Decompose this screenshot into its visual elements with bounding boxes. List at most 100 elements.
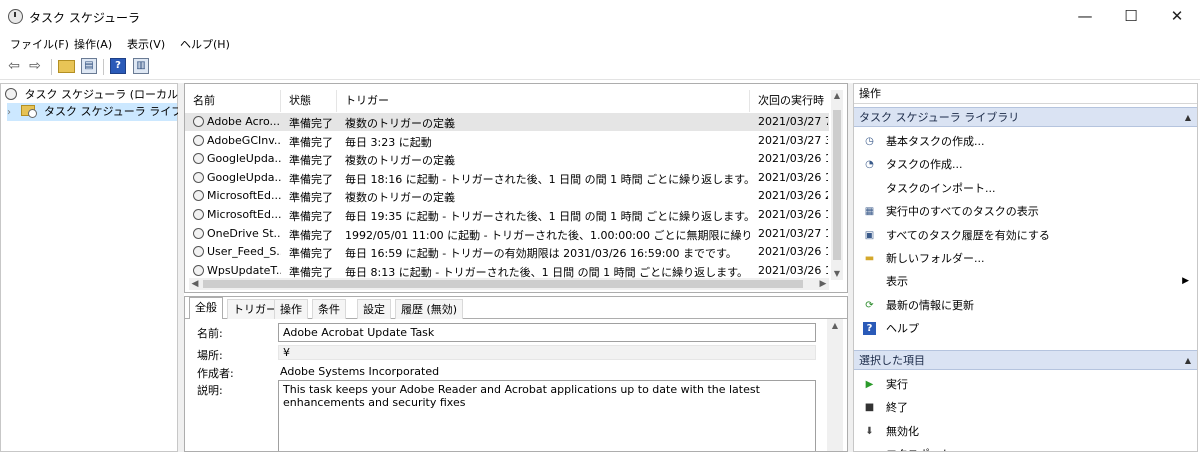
action-item[interactable]: ? ヘルプ (854, 317, 1197, 340)
minimize-button[interactable]: — (1062, 0, 1108, 32)
tree-item-local[interactable]: タスク スケジューラ (ローカル) (5, 86, 182, 104)
disable-icon: ⬇ (865, 425, 874, 437)
task-clock-icon (193, 209, 204, 220)
help-icon: ? (863, 322, 876, 336)
task-name-cell: GoogleUpda... (193, 171, 281, 184)
action-item[interactable]: ◷ 基本タスクの作成... (854, 130, 1197, 153)
task-details-pane: 全般 トリガー 操作 条件 設定 履歴 (無効) 名前: Adobe Acrob… (184, 296, 848, 452)
tab-general[interactable]: 全般 (189, 297, 223, 319)
task-row[interactable]: User_Feed_S... 準備完了 毎日 16:59 に起動 - トリガーの有効… (185, 243, 829, 261)
task-status-cell: 準備完了 (289, 210, 333, 223)
task-row[interactable]: Adobe Acro... 準備完了 複数のトリガーの定義 2021/03/27 7: (185, 113, 829, 131)
task-clock-icon (193, 190, 204, 202)
task-trigger-cell: 複数のトリガーの定義 (345, 117, 455, 130)
tab-conditions[interactable]: 条件 (312, 299, 346, 319)
close-button[interactable]: ✕ (1154, 0, 1200, 32)
task-status-cell: 準備完了 (289, 172, 333, 186)
clock-icon (5, 88, 17, 100)
tab-settings[interactable]: 設定 (357, 299, 391, 319)
refresh-icon: ⟳ (865, 299, 874, 311)
details-vertical-scrollbar[interactable]: ▲ (827, 319, 843, 451)
actions-group-selected[interactable]: 選択した項目 ▲ (854, 350, 1197, 371)
action-item[interactable]: ▦ 実行中のすべてのタスクの表示 (854, 200, 1197, 223)
column-header-next-run[interactable]: 次回の実行時 (750, 90, 830, 112)
toolbar: ⇦ ⇨ ▤ ? ▥ (0, 54, 1200, 80)
task-name-cell: WpsUpdateT... (193, 264, 281, 277)
description-label: 説明: (197, 384, 223, 397)
forward-arrow-icon[interactable]: ⇨ (27, 58, 43, 75)
maximize-button[interactable]: ☐ (1108, 0, 1154, 32)
scroll-up-icon[interactable]: ▲ (831, 90, 843, 102)
action-item[interactable]: ▬ 新しいフォルダー... (854, 247, 1197, 270)
description-field[interactable]: This task keeps your Adobe Reader and Ac… (278, 380, 816, 451)
show-hide-tree-icon[interactable]: ▤ (81, 58, 97, 74)
show-hide-action-pane-icon[interactable]: ▥ (133, 58, 149, 74)
window-title: タスク スケジューラ (29, 11, 140, 25)
column-header-name[interactable]: 名前 (185, 90, 281, 112)
menu-bar: ファイル(F) 操作(A) 表示(V) ヘルプ(H) (0, 32, 1200, 54)
task-name-text: Adobe Acro... (207, 115, 280, 128)
help-icon[interactable]: ? (110, 58, 126, 74)
task-status-cell: 準備完了 (289, 135, 333, 149)
task-row[interactable]: AdobeGCInv... 準備完了毎日 3:23 に起動 2021/03/27 3… (185, 132, 829, 150)
action-item[interactable]: ⬇ 無効化 (854, 420, 1197, 443)
action-item[interactable]: ▶ 実行 (854, 373, 1197, 396)
scroll-thumb[interactable] (833, 110, 841, 260)
up-folder-icon[interactable] (58, 60, 75, 73)
chevron-right-icon[interactable]: › (7, 107, 17, 118)
action-label: ヘルプ (886, 322, 919, 336)
collapse-icon[interactable]: ▲ (1185, 351, 1191, 371)
submenu-arrow-icon: ▶ (1182, 276, 1189, 287)
column-header-status[interactable]: 状態 (281, 90, 337, 112)
task-list-horizontal-scrollbar[interactable]: ◀ ▶ (189, 278, 829, 290)
task-row[interactable]: GoogleUpda... 準備完了複数のトリガーの定義 2021/03/26 18 (185, 150, 829, 168)
menu-action[interactable]: 操作(A) (74, 36, 112, 52)
actions-pane: 操作 タスク スケジューラ ライブラリ ▲ ◷ 基本タスクの作成... ◔ タスクの作… (853, 83, 1198, 452)
task-status-cell: 準備完了 (289, 154, 333, 168)
actions-group-library[interactable]: タスク スケジューラ ライブラリ ▲ (854, 107, 1197, 128)
task-name-cell: OneDrive St... (193, 227, 281, 240)
menu-file[interactable]: ファイル(F) (10, 36, 69, 52)
task-name-field[interactable]: Adobe Acrobat Update Task (278, 323, 816, 342)
column-header-trigger[interactable]: トリガー (337, 90, 750, 112)
toolbar-separator (51, 59, 52, 75)
task-row[interactable]: MicrosoftEd... 準備完了 毎日 19:35 に起動 - トリガーされた… (185, 206, 829, 224)
action-label: タスクのインポート... (886, 181, 996, 195)
collapse-icon[interactable]: ▲ (1185, 108, 1191, 128)
task-name-cell: MicrosoftEd... (193, 208, 281, 221)
action-item[interactable]: ▣ すべてのタスク履歴を有効にする (854, 224, 1197, 247)
task-row[interactable]: OneDrive St... 準備完了 1992/05/01 11:00 に起動 -… (185, 225, 829, 243)
action-item[interactable]: ⟳ 最新の情報に更新 (854, 294, 1197, 317)
scroll-right-icon[interactable]: ▶ (817, 278, 829, 290)
scroll-down-icon[interactable]: ▼ (831, 268, 843, 280)
action-item[interactable]: ■ 終了 (854, 396, 1197, 419)
tab-actions[interactable]: 操作 (274, 299, 308, 319)
task-name-text: AdobeGCInv... (207, 133, 281, 147)
task-name-text: MicrosoftEd... (207, 189, 281, 203)
action-item[interactable]: 表示 ▶ (854, 270, 1197, 293)
scroll-left-icon[interactable]: ◀ (189, 278, 201, 290)
task-clock-icon (193, 116, 204, 127)
action-item[interactable]: ⇥ エクスポート... (854, 443, 1197, 451)
tree-item-library[interactable]: › タスク スケジューラ ライブラリ (7, 103, 204, 121)
action-label: 表示 (886, 275, 908, 289)
location-label: 場所: (197, 349, 223, 362)
task-name-text: WpsUpdateT... (207, 263, 281, 277)
back-arrow-icon[interactable]: ⇦ (6, 58, 22, 75)
action-item[interactable]: タスクのインポート... (854, 177, 1197, 200)
action-label: 基本タスクの作成... (886, 135, 985, 148)
menu-view[interactable]: 表示(V) (127, 36, 165, 52)
tab-history[interactable]: 履歴 (無効) (395, 299, 464, 319)
task-clock-icon (193, 171, 204, 183)
action-item[interactable]: ◔ タスクの作成... (854, 153, 1197, 176)
menu-help[interactable]: ヘルプ(H) (180, 36, 230, 52)
basic-task-icon: ◷ (865, 136, 874, 147)
task-list-vertical-scrollbar[interactable]: ▲ ▼ (831, 90, 843, 280)
task-trigger-cell: 毎日 3:23 に起動 (345, 135, 432, 149)
scroll-thumb[interactable] (203, 280, 803, 288)
task-row[interactable]: GoogleUpda... 準備完了 毎日 18:16 に起動 - トリガーされた後… (185, 169, 829, 187)
task-row[interactable]: MicrosoftEd... 準備完了複数のトリガーの定義 2021/03/26 2… (185, 187, 829, 205)
action-label: タスクの作成... (886, 158, 963, 172)
scroll-up-icon[interactable]: ▲ (827, 319, 843, 333)
author-label: 作成者: (197, 367, 234, 380)
